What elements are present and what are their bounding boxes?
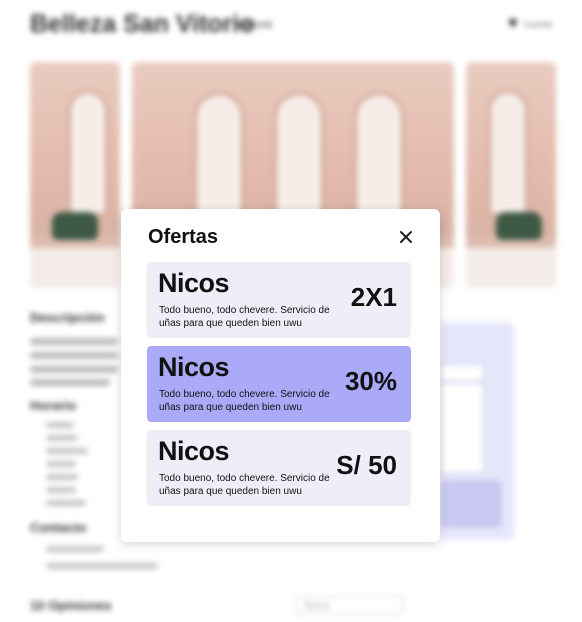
- description-heading: Descripción: [30, 310, 105, 325]
- reviews-search-input[interactable]: Buscar: [296, 596, 404, 614]
- offer-name: Nicos: [158, 436, 230, 466]
- booking-field[interactable]: [440, 364, 484, 382]
- business-title: Belleza San Vitorio: [30, 10, 255, 38]
- favorite-label: Guardar: [523, 19, 553, 29]
- offer-description: Todo bueno, todo chevere. Servicio de uñ…: [159, 389, 330, 413]
- status-badge: NUEVO: [236, 20, 274, 30]
- offers-modal: Ofertas Nicos Todo bueno, todo chevere. …: [121, 209, 440, 542]
- contact-heading: Contacto: [30, 520, 87, 535]
- offer-card[interactable]: Nicos Todo bueno, todo chevere. Servicio…: [147, 430, 411, 506]
- close-icon: [400, 231, 412, 243]
- schedule-heading: Horario: [30, 398, 77, 413]
- favorite-button[interactable]: ♥ Guardar: [508, 16, 553, 32]
- booking-panel: [440, 322, 514, 540]
- booking-total[interactable]: [440, 480, 502, 528]
- modal-title: Ofertas: [148, 226, 219, 248]
- offer-name: Nicos: [158, 352, 230, 382]
- close-button[interactable]: [396, 227, 416, 247]
- offer-description: Todo bueno, todo chevere. Servicio de uñ…: [159, 305, 330, 329]
- gallery-photo[interactable]: [466, 62, 556, 288]
- offer-name: Nicos: [158, 268, 230, 298]
- offer-card-selected[interactable]: Nicos Todo bueno, todo chevere. Servicio…: [147, 346, 411, 422]
- reviews-heading: 10 Opiniones: [30, 598, 112, 613]
- offer-description: Todo bueno, todo chevere. Servicio de uñ…: [159, 473, 330, 497]
- gallery-photo[interactable]: [30, 62, 120, 288]
- offer-value: S/ 50: [336, 450, 397, 480]
- offer-value: 2X1: [350, 282, 397, 312]
- heart-icon: ♥: [508, 15, 518, 32]
- offer-card[interactable]: Nicos Todo bueno, todo chevere. Servicio…: [147, 262, 411, 338]
- booking-box[interactable]: [440, 382, 484, 474]
- offer-value: 30%: [344, 366, 397, 396]
